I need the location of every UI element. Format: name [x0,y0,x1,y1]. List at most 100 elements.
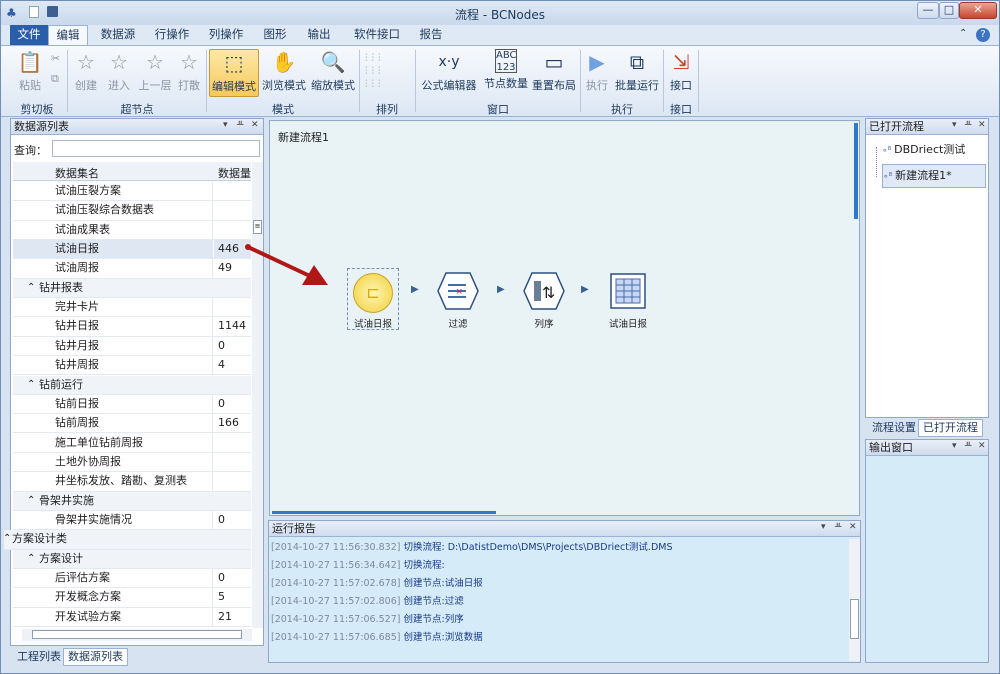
group-row[interactable]: 方案设计类 ⌃ [3,530,251,550]
tab-flow-settings[interactable]: 流程设置 [867,419,921,437]
menu-col-ops[interactable]: 列操作 [202,25,250,45]
create-supernode-button[interactable]: ☆ 创建 [71,49,101,97]
table-row[interactable]: 试油日报 446 [13,240,251,260]
table-row[interactable]: 钻前日报 0 [13,394,251,415]
report-vscroll[interactable] [849,539,860,661]
batch-run-button[interactable]: ⧉ 批量运行 [613,49,661,97]
panel-pin-icon[interactable]: ᚇ [965,120,971,130]
menu-edit[interactable]: 编辑 [48,25,88,45]
opened-flow-item-active[interactable]: ∘⁸ 新建流程1* [882,164,986,188]
maximize-button[interactable]: □ [939,2,959,19]
collapse-chevron-icon[interactable]: ⌃ [27,550,35,568]
panel-close-icon[interactable]: ✕ [251,120,259,130]
panel-pin-icon[interactable]: ᚇ [965,441,971,451]
table-row[interactable]: 骨架井实施情况 0 [13,510,251,531]
table-row[interactable]: 开发概念方案 5 [13,588,251,608]
menu-datasource[interactable]: 数据源 [93,25,143,45]
interface-button[interactable]: ⇲ 接口 [666,49,696,97]
table-row[interactable]: 钻井周报 4 [13,356,251,376]
group-label-interface: 接口 [670,103,692,116]
log-timestamp: [2014-10-27 11:56:34.642] [271,560,401,571]
zoom-mode-button[interactable]: 🔍 缩放模式 [309,49,357,97]
formula-editor-button[interactable]: x·y 公式编辑器 [419,49,479,97]
group-row[interactable]: 钻井报表 ⌃ [13,278,251,299]
tab-datasource-list[interactable]: 数据源列表 [63,648,128,666]
panel-pin-icon[interactable]: ᚇ [835,522,841,532]
row-name: 井坐标发放、踏勘、复测表 [13,472,213,491]
arrange-icons[interactable]: ⫶⫶⫶ ⫶⫶⫶ ⫶⫶⫶ [365,52,413,92]
collapse-chevron-icon[interactable]: ⌃ [3,530,11,548]
table-row[interactable]: 试油成果表 [13,220,251,240]
group-row[interactable]: 钻前运行 ⌃ [13,375,251,395]
browse-data-node-icon[interactable] [610,273,646,309]
table-row[interactable]: 开发试验方案 21 [13,607,251,627]
table-row[interactable]: 钻井日报 1144 [13,317,251,337]
panel-close-icon[interactable]: ✕ [849,522,857,532]
help-icon[interactable]: ? [976,28,990,42]
query-input[interactable] [52,140,260,157]
panel-dropdown-icon[interactable]: ▾ [223,120,228,130]
cut-icon[interactable]: ✂ [51,52,60,65]
table-row[interactable]: 钻前周报 166 [13,414,251,434]
menu-report[interactable]: 报告 [413,25,449,45]
collapse-chevron-icon[interactable]: ⌃ [27,376,35,394]
tab-project-list[interactable]: 工程列表 [12,648,66,666]
copy-icon[interactable]: ⧉ [51,72,59,86]
opened-flow-item[interactable]: ∘⁸ DBDriect测试 [882,141,986,159]
panel-pin-icon[interactable]: ᚇ [237,120,243,130]
close-button[interactable]: ✕ [959,2,997,19]
reset-layout-button[interactable]: ▭ 重置布局 [531,49,577,97]
enter-supernode-button[interactable]: ☆ 进入 [104,49,134,97]
panel-dropdown-icon[interactable]: ▾ [952,441,957,451]
table-row[interactable]: 土地外协周报 [13,452,251,473]
up-level-button[interactable]: ☆ 上一层 [136,49,174,97]
panel-dropdown-icon[interactable]: ▾ [821,522,826,532]
collapse-chevron-icon[interactable]: ⌃ [27,492,35,510]
scroll-thumb[interactable]: ≡ [253,220,262,234]
table-row[interactable]: 试油压裂方案 [13,182,251,202]
minimize-button[interactable]: — [917,2,939,19]
panel-dropdown-icon[interactable]: ▾ [952,120,957,130]
table-row[interactable]: 完井卡片 [13,298,251,318]
h-scroll-thumb[interactable] [32,630,242,639]
panel-close-icon[interactable]: ✕ [978,120,986,130]
group-label-supernode: 超节点 [120,103,154,116]
menu-row-ops[interactable]: 行操作 [148,25,196,45]
table-row[interactable]: 试油周报 49 [13,259,251,279]
hand-icon: ✋ [271,50,297,74]
menu-file[interactable]: 文件 [10,25,48,45]
break-supernode-button[interactable]: ☆ 打散 [174,49,204,97]
col-header-count[interactable]: 数据量 [218,165,251,181]
browse-mode-button[interactable]: ✋ 浏览模式 [260,49,308,97]
report-scroll-thumb[interactable] [850,599,859,639]
panel-close-icon[interactable]: ✕ [978,441,986,451]
collapse-ribbon-icon[interactable]: ⌃ [959,28,967,39]
table-row[interactable]: 钻井月报 0 [13,336,251,357]
flow-canvas[interactable]: 新建流程1 ⊏ 试油日报 ▶ × 过滤 ▶ ⇅ 列序 ▶ 试油日报 [269,120,860,516]
menu-graph[interactable]: 图形 [257,25,293,45]
filter-node-icon[interactable]: × [436,271,480,311]
horizontal-scrollbar[interactable] [22,629,252,641]
menu-software-interface[interactable]: 软件接口 [347,25,407,45]
group-row[interactable]: 方案设计 ⌃ [13,549,251,569]
node-count-button[interactable]: ABC 123 节点数量 [481,49,531,97]
canvas-vscroll[interactable] [854,123,858,219]
log-message: 创建节点:过滤 [403,596,464,607]
canvas-hscroll[interactable] [272,511,496,514]
edit-mode-button[interactable]: ⬚ 编辑模式 [209,49,259,97]
execute-button[interactable]: ▶ 执行 [583,49,611,97]
vertical-scrollbar[interactable]: ≡ [252,162,263,628]
table-row[interactable]: 井坐标发放、踏勘、复测表 [13,472,251,492]
table-row[interactable]: 试油压裂综合数据表 [13,201,251,221]
tab-opened-flows[interactable]: 已打开流程 [918,419,983,437]
group-row[interactable]: 骨架井实施 ⌃ [13,491,251,511]
datasource-node-icon[interactable]: ⊏ [353,273,393,313]
paste-button[interactable]: 📋 粘贴 [15,49,45,97]
menu-output[interactable]: 输出 [301,25,337,45]
node-label: 试油日报 [608,319,647,330]
column-order-node-icon[interactable]: ⇅ [522,271,566,311]
collapse-chevron-icon[interactable]: ⌃ [27,279,35,297]
table-row[interactable]: 施工单位钻前周报 [13,433,251,453]
col-header-name[interactable]: 数据集名 [55,165,99,181]
table-row[interactable]: 后评估方案 0 [13,569,251,589]
